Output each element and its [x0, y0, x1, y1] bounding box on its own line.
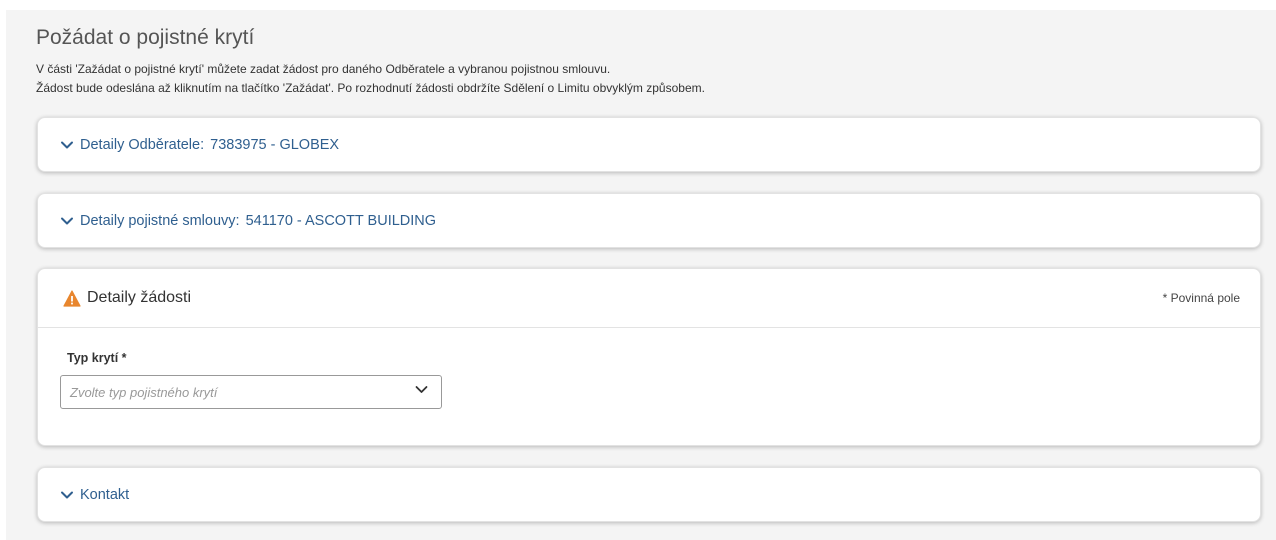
- chevron-down-icon: [414, 382, 429, 402]
- contact-label: Kontakt: [80, 486, 130, 503]
- intro-line-2: Žádost bude odeslána až kliknutím na tla…: [36, 81, 705, 95]
- policy-details-label: Detaily pojistné smlouvy:: [80, 212, 240, 229]
- buyer-details-accordion[interactable]: Detaily Odběratele: 7383975 - GLOBEX: [37, 117, 1261, 172]
- policy-details-value: 541170 - ASCOTT BUILDING: [245, 212, 437, 229]
- page-title: Požádat o pojistné krytí: [36, 26, 255, 49]
- request-details-card: Detaily žádosti * Povinná pole Typ krytí…: [37, 268, 1261, 446]
- warning-icon: [63, 289, 81, 307]
- page-frame: Požádat o pojistné krytí V části 'Zažáda…: [6, 10, 1276, 540]
- request-details-title: Detaily žádosti: [87, 289, 192, 306]
- cover-type-placeholder: Zvolte typ pojistného krytí: [70, 384, 218, 400]
- contact-accordion[interactable]: Kontakt: [37, 467, 1261, 522]
- page-intro: V části 'Zažádat o pojistné krytí' můžet…: [36, 60, 705, 98]
- buyer-details-value: 7383975 - GLOBEX: [210, 136, 340, 153]
- cover-type-select[interactable]: Zvolte typ pojistného krytí: [60, 375, 442, 409]
- request-details-header: Detaily žádosti * Povinná pole: [38, 269, 1260, 328]
- chevron-down-icon: [60, 137, 76, 153]
- required-fields-note: * Povinná pole: [1162, 291, 1240, 305]
- cover-type-label: Typ krytí *: [67, 351, 127, 365]
- policy-details-accordion[interactable]: Detaily pojistné smlouvy: 541170 - ASCOT…: [37, 193, 1261, 248]
- chevron-down-icon: [60, 487, 76, 503]
- intro-line-1: V části 'Zažádat o pojistné krytí' můžet…: [36, 62, 611, 76]
- chevron-down-icon: [60, 213, 76, 229]
- buyer-details-label: Detaily Odběratele:: [80, 136, 205, 153]
